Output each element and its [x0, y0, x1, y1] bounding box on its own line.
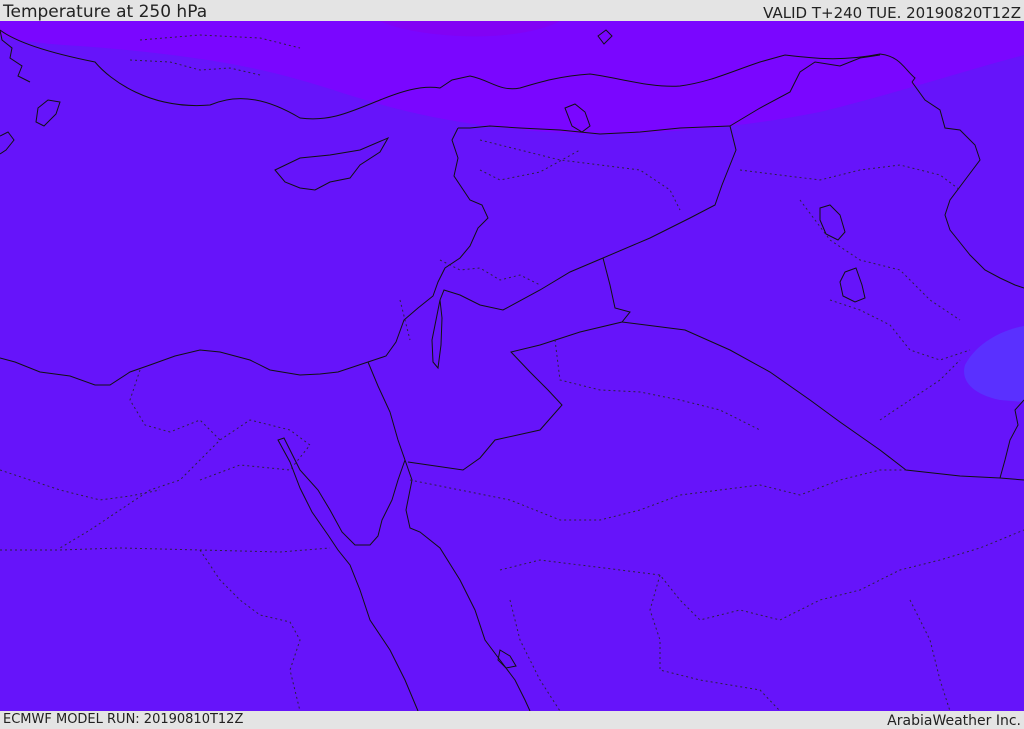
map-title: Temperature at 250 hPa — [3, 2, 208, 22]
model-run: ECMWF MODEL RUN: 20190810T12Z — [3, 712, 244, 727]
header-bar: Temperature at 250 hPa VALID T+240 TUE. … — [0, 0, 1024, 21]
credit-text: ArabiaWeather Inc. — [887, 713, 1021, 729]
map-view[interactable] — [0, 21, 1024, 711]
footer-bar: ECMWF MODEL RUN: 20190810T12Z ArabiaWeat… — [0, 711, 1024, 729]
temperature-map — [0, 21, 1024, 711]
valid-time: VALID T+240 TUE. 20190820T12Z — [763, 4, 1021, 22]
